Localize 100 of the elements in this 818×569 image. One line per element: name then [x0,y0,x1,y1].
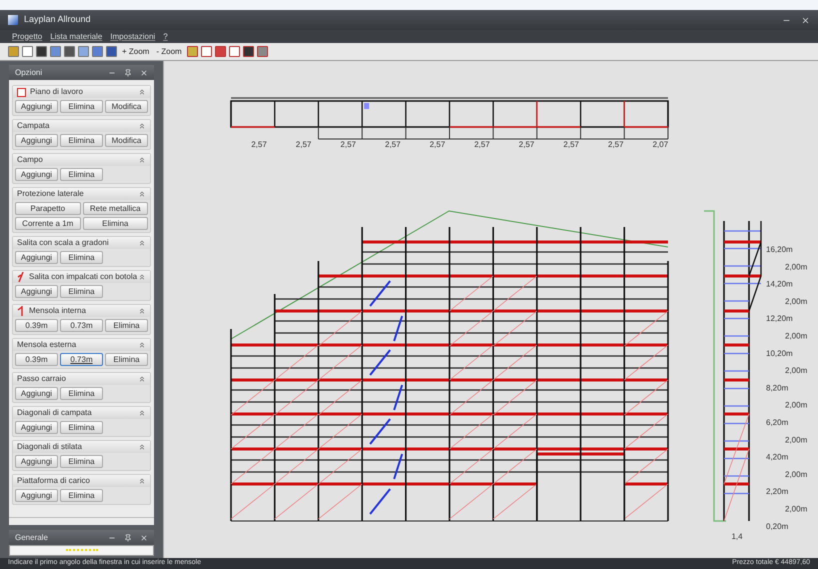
option-button[interactable]: Elimina [60,251,103,264]
option-button[interactable]: Elimina [82,217,148,230]
group-title: Campo [17,154,44,166]
group-header[interactable]: Campo [13,154,150,166]
option-button[interactable]: Aggiungi [15,421,58,434]
height-label: 10,20m [766,348,793,358]
pin-icon[interactable] [124,68,132,76]
dimension-label: 2,57 [474,140,490,149]
height-label: 2,00m [785,504,808,514]
collapse-icon[interactable] [138,477,146,485]
app-logo-icon [8,15,18,25]
option-button[interactable]: Elimina [60,489,103,502]
toolbar-icon[interactable] [214,46,226,57]
group-header[interactable]: Mensola interna [13,305,150,317]
option-button[interactable]: Aggiungi [15,455,58,468]
option-button[interactable]: Elimina [60,285,103,298]
group-header[interactable]: Salita con scala a gradoni [13,237,150,249]
option-button[interactable]: Corrente a 1m [15,217,80,230]
collapse-icon[interactable] [138,88,146,96]
toolbar-icon[interactable] [186,46,198,57]
menu-item[interactable]: ? [163,30,168,42]
group-header[interactable]: Mensola esterna [13,339,150,351]
toolbar-icon[interactable] [22,46,33,57]
option-button[interactable]: Modifica [105,134,148,147]
toolbar-icon[interactable] [242,46,254,57]
option-button[interactable]: Aggiungi [15,100,58,113]
option-button[interactable]: 0.73m [60,319,103,332]
option-button[interactable]: Elimina [105,319,148,332]
height-label: 14,20m [766,280,793,289]
height-label: 2,00m [785,366,808,376]
option-button[interactable]: 0.73m [60,353,103,366]
panel-title: Generale [15,532,49,544]
close-icon[interactable] [140,68,148,76]
group-title: Passo carraio [17,373,67,385]
group-header[interactable]: Piattaforma di carico [13,475,150,487]
menu-item[interactable]: Lista materiale [50,30,102,42]
menu-item[interactable]: Progetto [12,30,42,42]
option-button[interactable]: Aggiungi [15,285,58,298]
group-header[interactable]: Protezione laterale [13,188,150,200]
zoom-in-button[interactable]: + Zoom [122,46,150,58]
group-title: Mensola esterna [17,339,78,351]
ladder-icon [17,272,25,282]
dimension-label: 2,57 [340,140,356,149]
option-button[interactable]: Modifica [105,100,148,113]
toolbar-icon[interactable] [228,46,240,57]
collapse-icon[interactable] [138,190,146,198]
group-header[interactable]: Diagonali di campata [13,407,150,419]
height-label: 0,20m [766,522,788,531]
collapse-icon[interactable] [138,375,146,383]
option-button[interactable]: Rete metallica [82,202,148,215]
window-title: Layplan Allround [24,13,92,26]
close-icon[interactable] [801,16,810,24]
height-label: 4,20m [766,452,788,462]
collapse-icon[interactable] [138,409,146,417]
option-button[interactable]: 0.39m [15,319,58,332]
collapse-icon[interactable] [138,239,146,247]
zoom-out-button[interactable]: - Zoom [156,46,182,58]
menu-item[interactable]: Impostazioni [110,30,156,42]
group-header[interactable]: Diagonali di stilata [13,441,150,453]
height-label: 2,00m [785,262,808,272]
group-header[interactable]: Salita con impalcati con botola [13,271,150,283]
collapse-icon[interactable] [138,273,146,281]
group-title: Diagonali di campata [17,407,93,419]
collapse-icon[interactable] [138,122,146,130]
pin-icon[interactable] [124,534,132,542]
option-button[interactable]: Aggiungi [15,168,58,181]
group-title: Diagonali di stilata [17,441,83,453]
dimension-label: 2,57 [296,140,312,149]
group-title: Mensola interna [29,305,87,317]
option-button[interactable]: 0.39m [15,353,58,366]
option-button[interactable]: Aggiungi [15,489,58,502]
option-button[interactable]: Aggiungi [15,387,58,400]
group-header[interactable]: Campata [13,120,150,132]
toolbar-icon[interactable] [256,46,268,57]
toolbar-icon[interactable] [200,46,212,57]
option-button[interactable]: Parapetto [15,202,80,215]
height-label: 8,20m [766,383,788,392]
group-header[interactable]: Passo carraio [13,373,150,385]
option-button[interactable]: Elimina [60,421,103,434]
height-label: 6,20m [766,418,788,427]
collapse-icon[interactable] [138,156,146,164]
height-label: 2,00m [785,296,808,306]
option-button[interactable]: Aggiungi [15,134,58,147]
option-button[interactable]: Elimina [60,100,103,113]
option-button[interactable]: Elimina [60,387,103,400]
option-button[interactable]: Aggiungi [15,251,58,264]
group-header[interactable]: Piano di lavoro [13,86,150,98]
general-field[interactable] [9,545,154,556]
option-button[interactable]: Elimina [60,134,103,147]
collapse-icon[interactable] [138,307,146,315]
height-label: 2,00m [785,332,808,340]
collapse-icon[interactable] [138,341,146,349]
option-button[interactable]: Elimina [60,455,103,468]
option-button[interactable]: Elimina [60,168,103,181]
option-button[interactable]: Elimina [105,353,148,366]
height-label: 2,00m [785,400,808,410]
height-label: 2,20m [766,487,788,496]
deck-icon [17,88,26,96]
collapse-icon[interactable] [138,443,146,451]
close-icon[interactable] [140,534,148,542]
